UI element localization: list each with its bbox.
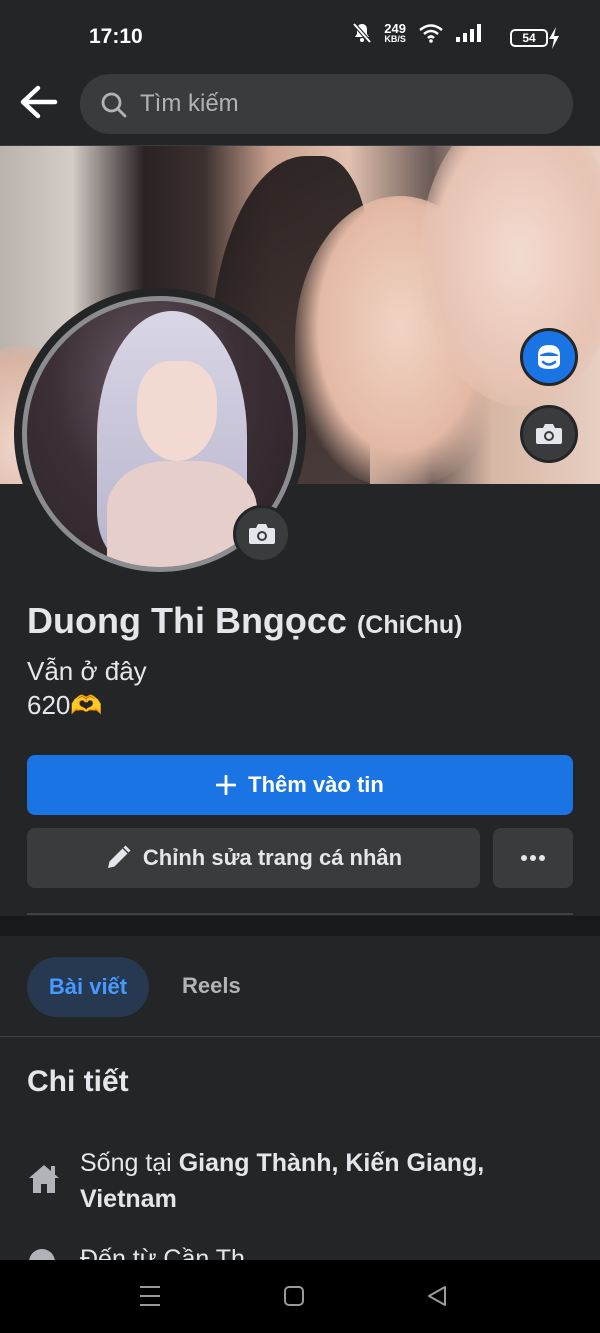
- profile-bio-line1: Vẫn ở đây: [27, 656, 147, 686]
- heart-hands-emoji: 🫶: [70, 690, 103, 720]
- tab-posts[interactable]: Bài viết: [27, 957, 149, 1017]
- detail-lives-in-text: Sống tại Giang Thành, Kiến Giang, Vietna…: [80, 1145, 550, 1217]
- net-speed-unit: KB/S: [384, 34, 406, 44]
- detail-lives-in-prefix: Sống tại: [80, 1149, 179, 1177]
- search-header: [0, 72, 600, 146]
- search-bar[interactable]: [80, 74, 573, 134]
- back-arrow-icon: [20, 85, 58, 119]
- add-to-story-label: Thêm vào tin: [248, 772, 384, 797]
- wifi-icon: [419, 24, 443, 43]
- edit-profile-button[interactable]: Chỉnh sửa trang cá nhân: [27, 828, 480, 888]
- edit-profile-label: Chỉnh sửa trang cá nhân: [142, 845, 403, 870]
- avatar-creator-button[interactable]: [520, 328, 578, 386]
- camera-icon: [536, 424, 562, 444]
- more-options-button[interactable]: [493, 828, 573, 888]
- home-button-icon[interactable]: [283, 1284, 305, 1308]
- edit-cover-button[interactable]: [520, 405, 578, 463]
- signal-icon: [456, 24, 481, 42]
- profile-bio-line2: 620🫶: [27, 690, 103, 721]
- tab-reels[interactable]: Reels: [182, 973, 241, 999]
- camera-icon: [249, 524, 275, 544]
- details-title: Chi tiết: [27, 1065, 129, 1098]
- home-icon: [29, 1165, 59, 1193]
- add-to-story-button[interactable]: Thêm vào tin: [27, 755, 573, 815]
- search-input[interactable]: [140, 74, 540, 134]
- status-time: 17:10: [89, 25, 143, 48]
- search-icon: [101, 92, 127, 118]
- profile-picture-figure: [107, 461, 257, 567]
- back-button[interactable]: [18, 84, 62, 122]
- status-bar: 17:10 249 KB/S 54: [0, 0, 600, 72]
- system-nav-bar: [0, 1260, 600, 1333]
- profile-picture-figure: [137, 361, 217, 461]
- profile-nickname: (ChiChu): [356, 611, 463, 639]
- status-icons: 249 KB/S: [352, 22, 482, 44]
- battery-level: 54: [522, 31, 536, 45]
- divider: [27, 913, 573, 915]
- back-triangle-icon[interactable]: [426, 1284, 448, 1308]
- tab-posts-label: Bài viết: [48, 974, 128, 999]
- net-speed: 249 KB/S: [384, 22, 406, 44]
- avatar-face-icon: [538, 345, 560, 369]
- recent-apps-icon[interactable]: [139, 1284, 161, 1308]
- charging-icon: [549, 27, 559, 49]
- tab-reels-label: Reels: [182, 973, 241, 998]
- plus-icon: [216, 775, 237, 795]
- profile-full-name: Duong Thi Bngọcc: [27, 600, 347, 641]
- pencil-icon: [107, 845, 131, 868]
- section-separator: [0, 916, 600, 936]
- mute-icon: [352, 22, 372, 44]
- profile-bio-number: 620: [27, 690, 71, 720]
- divider: [0, 1036, 600, 1037]
- profile-name: Duong Thi Bngọcc (ChiChu): [27, 600, 463, 642]
- more-dots-icon: [521, 855, 545, 861]
- battery-icon: 54: [510, 29, 548, 47]
- edit-avatar-button[interactable]: [233, 505, 291, 563]
